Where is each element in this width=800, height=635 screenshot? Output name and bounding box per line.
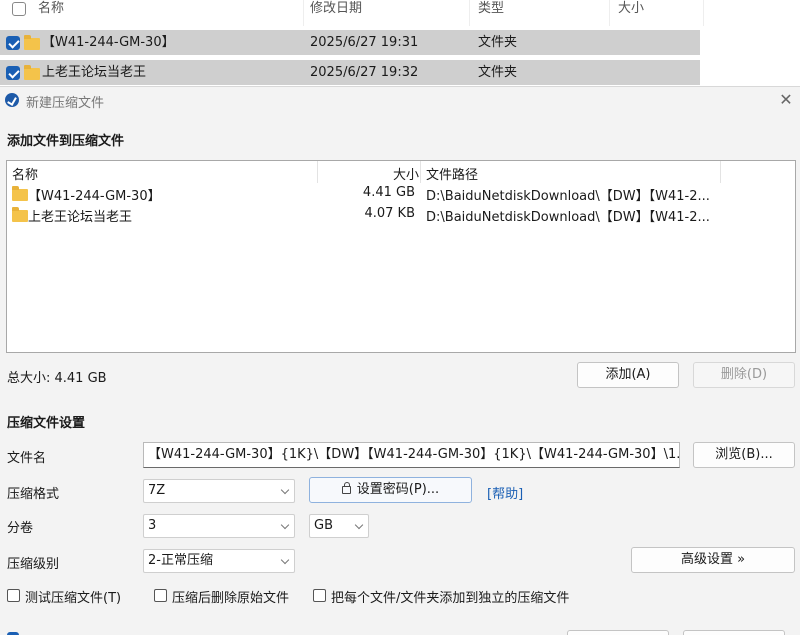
dialog-titlebar[interactable]: 新建压缩文件 ✕	[0, 87, 800, 115]
column-size[interactable]: 大小	[610, 0, 704, 26]
column-type[interactable]: 类型	[470, 0, 610, 26]
test-archive-label[interactable]: 测试压缩文件(T)	[25, 587, 121, 606]
split-select[interactable]: 3	[143, 514, 295, 538]
split-unit-value: GB	[314, 518, 333, 533]
filename-input[interactable]: 【W41-244-GM-30】{1K}\【DW】【W41-244-GM-30】{…	[143, 442, 680, 468]
chevron-down-icon	[280, 555, 290, 565]
chevron-down-icon	[280, 485, 290, 495]
level-value: 2-正常压缩	[148, 553, 213, 568]
column-date[interactable]: 修改日期	[302, 0, 470, 26]
clipped-button[interactable]	[683, 630, 785, 635]
column-divider	[720, 161, 721, 183]
set-password-label: 设置密码(P)...	[356, 482, 440, 497]
chevron-down-icon	[354, 520, 364, 530]
add-button[interactable]: 添加(A)	[577, 362, 679, 388]
format-select[interactable]: 7Z	[143, 479, 295, 503]
file-size: 4.41 GB	[362, 185, 415, 200]
section-add-files: 添加文件到压缩文件	[7, 134, 125, 149]
row-date: 2025/6/27 19:31	[310, 35, 419, 50]
file-path: D:\BaiduNetdiskDownload\【DW】【W41-2...	[426, 189, 710, 204]
row-name: 【W41-244-GM-30】	[42, 35, 175, 50]
help-link[interactable]: [帮助]	[487, 483, 523, 502]
file-name: 上老王论坛当老王	[28, 210, 133, 225]
list-column-name[interactable]: 名称	[12, 164, 38, 183]
total-size: 总大小: 4.41 GB	[7, 371, 107, 386]
browse-button[interactable]: 浏览(B)...	[693, 442, 795, 468]
folder-icon	[12, 207, 28, 222]
test-archive-checkbox[interactable]	[7, 589, 20, 602]
separate-archives-checkbox[interactable]	[313, 589, 326, 602]
explorer-column-header: 名称 修改日期 类型 大小	[0, 0, 704, 26]
separate-archives-label[interactable]: 把每个文件/文件夹添加到独立的压缩文件	[331, 587, 569, 606]
explorer-window: 名称 修改日期 类型 大小 【W41-244-GM-30】 2025/6/27 …	[0, 0, 800, 88]
row-name: 上老王论坛当老王	[42, 65, 147, 80]
format-label: 压缩格式	[7, 487, 60, 502]
advanced-settings-button[interactable]: 高级设置 »	[631, 547, 795, 573]
chevron-down-icon	[280, 520, 290, 530]
file-size: 4.07 KB	[364, 206, 415, 221]
split-value: 3	[148, 518, 157, 533]
file-name: 【W41-244-GM-30】	[28, 189, 161, 204]
list-column-path[interactable]: 文件路径	[426, 164, 478, 183]
list-column-size[interactable]: 大小	[393, 164, 419, 183]
close-icon[interactable]: ✕	[776, 90, 796, 110]
split-label: 分卷	[7, 521, 34, 536]
dialog-title: 新建压缩文件	[26, 96, 105, 111]
bottom-controls-clipped	[0, 628, 800, 635]
set-password-button[interactable]: 设置密码(P)...	[309, 477, 472, 503]
filename-label: 文件名	[7, 451, 47, 466]
file-path: D:\BaiduNetdiskDownload\【DW】【W41-2...	[426, 210, 710, 225]
row-checkbox[interactable]	[6, 36, 20, 50]
folder-icon	[12, 186, 28, 201]
column-name[interactable]: 名称	[30, 0, 304, 26]
row-type: 文件夹	[478, 65, 518, 80]
row-date: 2025/6/27 19:32	[310, 65, 419, 80]
file-list-row[interactable]: 上老王论坛当老王 4.07 KB D:\BaiduNetdiskDownload…	[7, 204, 795, 225]
explorer-row[interactable]: 上老王论坛当老王 2025/6/27 19:32 文件夹	[0, 60, 700, 85]
folder-icon	[24, 35, 40, 50]
new-archive-dialog: 新建压缩文件 ✕ 添加文件到压缩文件 名称 大小 文件路径 【W41-244-G…	[0, 86, 800, 635]
row-checkbox[interactable]	[6, 66, 20, 80]
format-value: 7Z	[148, 483, 166, 498]
delete-button[interactable]: 删除(D)	[693, 362, 795, 388]
column-divider	[420, 161, 421, 183]
level-select[interactable]: 2-正常压缩	[143, 549, 295, 573]
column-divider	[317, 161, 318, 183]
level-label: 压缩级别	[7, 557, 60, 572]
lock-icon	[341, 482, 351, 494]
bandizip-icon	[5, 93, 19, 107]
delete-after-checkbox[interactable]	[154, 589, 167, 602]
delete-after-label[interactable]: 压缩后删除原始文件	[172, 587, 289, 606]
clipped-button[interactable]	[567, 630, 669, 635]
select-all-checkbox[interactable]	[12, 2, 26, 16]
file-list-row[interactable]: 【W41-244-GM-30】 4.41 GB D:\BaiduNetdiskD…	[7, 183, 795, 204]
split-unit-select[interactable]: GB	[309, 514, 369, 538]
folder-icon	[24, 65, 40, 80]
section-archive-settings: 压缩文件设置	[7, 416, 86, 431]
file-list[interactable]: 名称 大小 文件路径 【W41-244-GM-30】 4.41 GB D:\Ba…	[6, 160, 796, 353]
explorer-row[interactable]: 【W41-244-GM-30】 2025/6/27 19:31 文件夹	[0, 30, 700, 55]
row-type: 文件夹	[478, 35, 518, 50]
file-list-header: 名称 大小 文件路径	[7, 161, 795, 183]
